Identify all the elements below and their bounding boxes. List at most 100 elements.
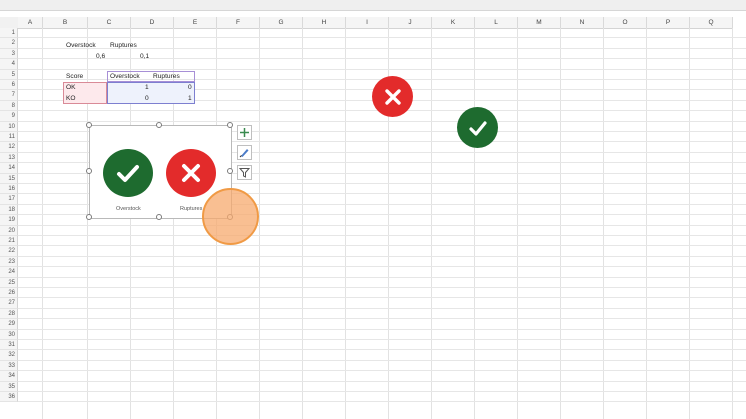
row-header-33[interactable]: 33 (0, 360, 18, 372)
row-header-4[interactable]: 4 (0, 59, 18, 70)
row-header-21[interactable]: 21 (0, 236, 18, 247)
cell-b7[interactable]: KO (66, 94, 76, 104)
column-header-c[interactable]: C (88, 17, 131, 29)
cell-c5[interactable]: Overstock (110, 72, 140, 82)
row-header-2[interactable]: 2 (0, 38, 18, 49)
column-header-b[interactable]: B (43, 17, 88, 29)
row-header-35[interactable]: 35 (0, 381, 18, 392)
column-header-i[interactable]: I (346, 17, 389, 29)
column-header-h[interactable]: H (303, 17, 346, 29)
row-header-5[interactable]: 5 (0, 69, 18, 80)
column-header-q[interactable]: Q (690, 17, 733, 29)
gridline-horizontal (18, 401, 746, 403)
gridline-horizontal (18, 266, 746, 268)
column-header-n[interactable]: N (561, 17, 604, 29)
column-header-e[interactable]: E (174, 17, 217, 29)
row-header-31[interactable]: 31 (0, 340, 18, 351)
column-header-a[interactable]: A (18, 17, 43, 29)
column-header-f[interactable]: F (217, 17, 260, 29)
row-header-1[interactable]: 1 (0, 28, 18, 39)
cell-c3[interactable]: 0,1 (140, 52, 149, 62)
column-header-d[interactable]: D (131, 17, 174, 29)
row-header-12[interactable]: 12 (0, 142, 18, 153)
gridline-horizontal (18, 297, 746, 299)
row-header-29[interactable]: 29 (0, 319, 18, 330)
cursor-highlight (202, 188, 259, 245)
filter-icon (239, 168, 250, 178)
resize-handle-top-left[interactable] (86, 122, 92, 128)
resize-handle-top-right[interactable] (227, 122, 233, 128)
row-header-15[interactable]: 15 (0, 173, 18, 184)
gridline-horizontal (18, 37, 746, 39)
cross-icon[interactable] (372, 76, 413, 117)
row-header-30[interactable]: 30 (0, 329, 18, 340)
column-header-k[interactable]: K (432, 17, 475, 29)
gridline-horizontal (18, 370, 746, 372)
resize-handle-bottom[interactable] (156, 214, 162, 220)
cell-d6[interactable]: 0 (188, 83, 192, 93)
row-header-6[interactable]: 6 (0, 80, 18, 91)
cell-c7[interactable]: 0 (145, 94, 149, 104)
row-header-7[interactable]: 7 (0, 90, 18, 101)
row-header-10[interactable]: 10 (0, 121, 18, 132)
row-header-36[interactable]: 36 (0, 392, 18, 403)
row-header-28[interactable]: 28 (0, 308, 18, 320)
row-header-17[interactable]: 17 (0, 194, 18, 205)
cell-c6[interactable]: 1 (145, 83, 149, 93)
column-header-o[interactable]: O (604, 17, 647, 29)
row-header-23[interactable]: 23 (0, 256, 18, 268)
row-header-19[interactable]: 19 (0, 215, 18, 226)
resize-handle-left[interactable] (86, 168, 92, 174)
row-header-25[interactable]: 25 (0, 277, 18, 288)
spreadsheet-grid[interactable]: ABCDEFGHIJKLMNOPQ 1 2 3 4 5 6 7 8 9 10 11 12 13 14 15 1… (0, 0, 746, 419)
column-header-m[interactable]: M (518, 17, 561, 29)
brush-icon (239, 149, 249, 158)
resize-handle-bottom-left[interactable] (86, 214, 92, 220)
gridline-horizontal (18, 120, 746, 122)
cell-c2[interactable]: Ruptures (110, 41, 137, 51)
chart-styles-button[interactable] (237, 145, 252, 160)
gridline-horizontal (18, 349, 746, 351)
column-header-p[interactable]: P (647, 17, 690, 29)
gridline-horizontal (18, 58, 746, 60)
gridline-horizontal (18, 255, 746, 257)
row-header-20[interactable]: 20 (0, 225, 18, 236)
resize-handle-right[interactable] (227, 168, 233, 174)
row-header-16[interactable]: 16 (0, 184, 18, 195)
gridline-horizontal (18, 235, 746, 236)
cell-b2[interactable]: Overstock (66, 41, 96, 51)
plus-icon (240, 128, 249, 137)
gridline-horizontal (18, 245, 746, 247)
row-header-9[interactable]: 9 (0, 111, 18, 122)
column-header-l[interactable]: L (475, 17, 518, 29)
chart-filters-button[interactable] (237, 165, 252, 180)
chart-elements-button[interactable] (237, 125, 252, 140)
row-header-11[interactable]: 11 (0, 132, 18, 143)
cell-b3[interactable]: 0,6 (96, 52, 105, 62)
checkmark-icon[interactable] (457, 107, 498, 148)
row-header-18[interactable]: 18 (0, 204, 18, 216)
row-header-14[interactable]: 14 (0, 163, 18, 174)
cell-b6[interactable]: OK (66, 83, 76, 93)
row-header-32[interactable]: 32 (0, 350, 18, 361)
row-header-27[interactable]: 27 (0, 298, 18, 309)
gridline-horizontal (18, 339, 746, 340)
gridline-horizontal (18, 276, 746, 278)
column-header-g[interactable]: G (260, 17, 303, 29)
row-header-22[interactable]: 22 (0, 246, 18, 257)
gridline-horizontal (18, 224, 746, 226)
gridline-horizontal (18, 359, 746, 361)
toolbar-strip (0, 0, 746, 11)
cell-d7[interactable]: 1 (188, 94, 192, 104)
resize-handle-top[interactable] (156, 122, 162, 128)
row-header-13[interactable]: 13 (0, 152, 18, 164)
cell-b5[interactable]: Score (66, 72, 83, 82)
row-header-26[interactable]: 26 (0, 288, 18, 299)
cell-d5[interactable]: Ruptures (153, 72, 180, 82)
row-header-3[interactable]: 3 (0, 48, 18, 60)
row-header-8[interactable]: 8 (0, 100, 18, 112)
row-header-34[interactable]: 34 (0, 371, 18, 382)
row-header-24[interactable]: 24 (0, 267, 18, 278)
gridline-horizontal (18, 318, 746, 320)
column-header-j[interactable]: J (389, 17, 432, 29)
